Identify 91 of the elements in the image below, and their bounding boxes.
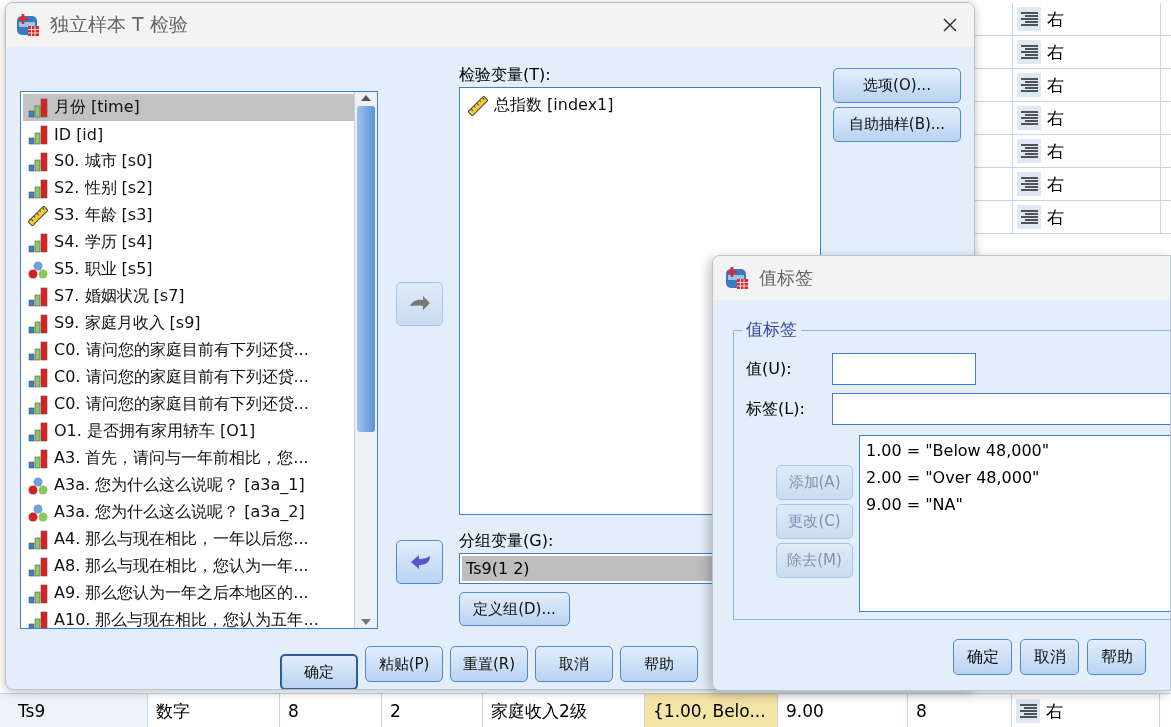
align-right-icon: [1017, 139, 1041, 163]
value-input-field[interactable]: [832, 353, 976, 385]
align-right-icon: [1017, 40, 1041, 64]
dialog-button[interactable]: 帮助: [1087, 639, 1146, 675]
table-cell: {1.00, Belo...: [645, 694, 778, 727]
bar-chart-icon: [28, 529, 48, 550]
variable-item[interactable]: A10. 那么与现在相比，您认为五年...: [23, 607, 354, 628]
bar-chart-icon: [28, 313, 48, 334]
move-button[interactable]: [396, 540, 443, 584]
variable-item[interactable]: 总指数 [index1]: [468, 92, 812, 119]
label-input-field[interactable]: [832, 393, 1170, 425]
table-cell: Ts9: [0, 694, 148, 727]
table-cell: 数字: [148, 694, 280, 727]
define-groups-button[interactable]: 定义组(D)...: [459, 592, 570, 626]
dialog-button[interactable]: 确定: [953, 639, 1012, 675]
field-label: 值(U):: [746, 358, 793, 380]
table-cell: 右: [1047, 205, 1064, 229]
bar-chart-icon: [28, 286, 48, 307]
window-title: 值标签: [759, 266, 813, 290]
dialog-button[interactable]: 帮助: [620, 646, 698, 682]
variable-item[interactable]: S4. 学历 [s4]: [23, 229, 354, 256]
dialog-button[interactable]: 粘贴(P): [365, 646, 443, 682]
app-icon: [16, 13, 40, 37]
bar-chart-icon: [28, 367, 48, 388]
dialog-button[interactable]: 自助抽样(B)...: [833, 107, 961, 142]
variable-item[interactable]: S7. 婚姻状况 [s7]: [23, 283, 354, 310]
three-balls-icon: [28, 475, 48, 496]
bar-chart-icon: [28, 394, 48, 415]
table-cell: 右: [1047, 106, 1064, 130]
variable-item[interactable]: C0. 请问您的家庭目前有下列还贷...: [23, 337, 354, 364]
bar-chart-icon: [28, 178, 48, 199]
bar-chart-icon: [28, 421, 48, 442]
align-right-icon: [1017, 106, 1041, 130]
bar-chart-icon: [28, 232, 48, 253]
variable-item[interactable]: A9. 那么您认为一年之后本地区的...: [23, 580, 354, 607]
dialog-button[interactable]: 取消: [535, 646, 613, 682]
bar-chart-icon: [28, 448, 48, 469]
table-cell: 右: [1047, 73, 1064, 97]
list-item[interactable]: 1.00 = "Below 48,000": [866, 441, 1164, 468]
table-cell: 右: [1047, 7, 1064, 31]
variable-item[interactable]: A3a. 您为什么这么说呢？ [a3a_2]: [23, 499, 354, 526]
variable-item[interactable]: A3a. 您为什么这么说呢？ [a3a_1]: [23, 472, 354, 499]
dialog-button[interactable]: 重置(R): [450, 646, 528, 682]
align-right-icon: [1017, 172, 1041, 196]
field-label: 分组变量(G):: [459, 531, 555, 552]
table-cell: 右: [1047, 40, 1064, 64]
value-label-list[interactable]: 1.00 = "Below 48,000" 2.00 = "Over 48,000" 9.00 = "NA": [859, 435, 1170, 612]
list-item[interactable]: 2.00 = "Over 48,000": [866, 468, 1164, 495]
variable-item[interactable]: A4. 那么与现在相比，一年以后您...: [23, 526, 354, 553]
variable-item[interactable]: ID [id]: [23, 121, 354, 148]
list-item[interactable]: 9.00 = "NA": [866, 495, 1164, 522]
bar-chart-icon: [28, 97, 48, 118]
three-balls-icon: [28, 502, 48, 523]
app-icon: [725, 266, 749, 290]
align-right-icon: [1017, 205, 1041, 229]
field-label: 标签(L):: [746, 398, 806, 420]
variable-item[interactable]: 月份 [time]: [23, 94, 354, 121]
variable-item[interactable]: A8. 那么与现在相比，您认为一年...: [23, 553, 354, 580]
variable-item[interactable]: C0. 请问您的家庭目前有下列还贷...: [23, 364, 354, 391]
variable-item[interactable]: S3. 年龄 [s3]: [23, 202, 354, 229]
align-right-icon: [1016, 699, 1040, 723]
variable-item[interactable]: S9. 家庭月收入 [s9]: [23, 310, 354, 337]
group-title: 值标签: [742, 318, 801, 341]
bar-chart-icon: [28, 340, 48, 361]
table-cell: 2: [382, 694, 483, 727]
table-cell: 右: [1047, 172, 1064, 196]
bar-chart-icon: [28, 583, 48, 604]
variable-item[interactable]: S2. 性别 [s2]: [23, 175, 354, 202]
scrollbar[interactable]: [354, 92, 377, 628]
table-cell: 8: [280, 694, 382, 727]
variable-item[interactable]: S0. 城市 [s0]: [23, 148, 354, 175]
align-right-icon: [1017, 7, 1041, 31]
table-cell: 8: [908, 694, 1012, 727]
variable-item[interactable]: S5. 职业 [s5]: [23, 256, 354, 283]
table-cell: 9.00: [778, 694, 908, 727]
dialog-button[interactable]: 取消: [1020, 639, 1079, 675]
window-title: 独立样本 T 检验: [50, 12, 189, 37]
table-cell: 右: [1047, 139, 1064, 163]
bar-chart-icon: [28, 556, 48, 577]
variable-item[interactable]: A3. 首先，请问与一年前相比，您...: [23, 445, 354, 472]
variable-item[interactable]: C0. 请问您的家庭目前有下列还贷...: [23, 391, 354, 418]
align-right-icon: [1017, 73, 1041, 97]
table-cell: 右: [1046, 699, 1063, 723]
dialog-button[interactable]: 确定: [280, 654, 358, 689]
bar-chart-icon: [28, 124, 48, 145]
variable-item[interactable]: O1. 是否拥有家用轿车 [O1]: [23, 418, 354, 445]
close-icon[interactable]: [942, 17, 958, 33]
three-balls-icon: [28, 259, 48, 280]
bar-chart-icon: [28, 151, 48, 172]
field-label: 检验变量(T):: [459, 65, 552, 86]
dialog-button[interactable]: 选项(O)...: [833, 68, 961, 103]
